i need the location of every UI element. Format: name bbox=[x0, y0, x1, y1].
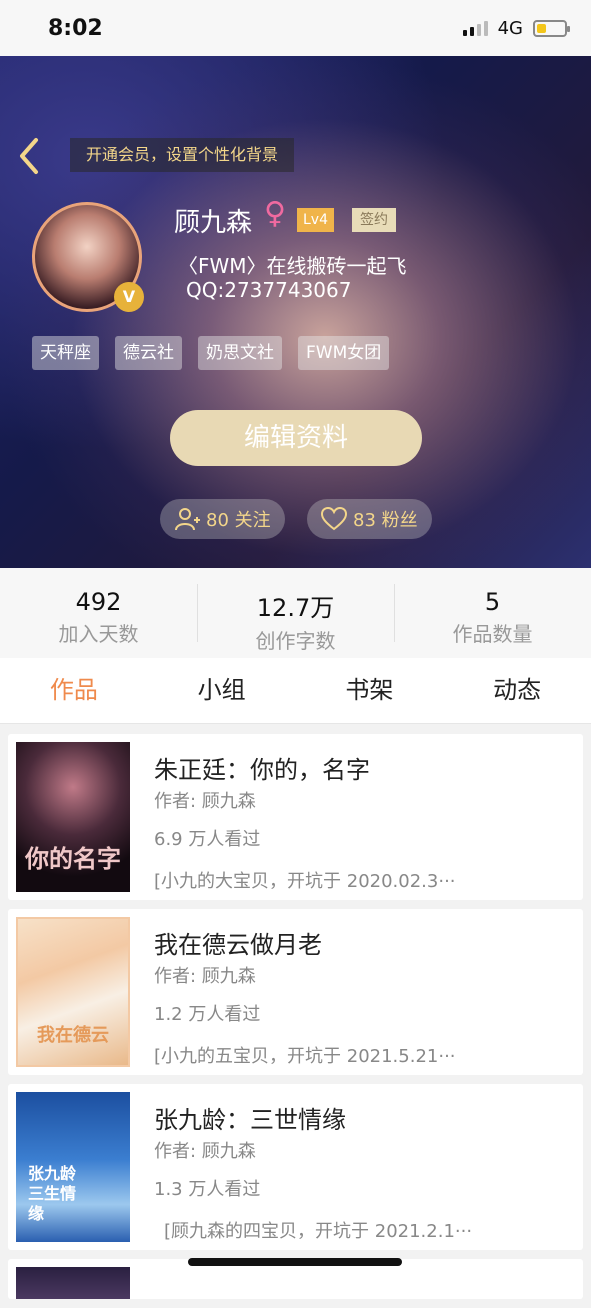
verified-badge: V bbox=[114, 282, 144, 312]
work-views: 6.9 万人看过 bbox=[154, 829, 261, 850]
home-indicator[interactable] bbox=[188, 1258, 402, 1266]
tag-item[interactable]: FWM女团 bbox=[298, 336, 390, 370]
work-description: [小九的五宝贝，开坑于 2021.5.21··· bbox=[154, 1046, 456, 1067]
signal-icon bbox=[462, 20, 488, 36]
work-title: 我在德云做月老 bbox=[154, 931, 322, 959]
heart-icon bbox=[321, 507, 347, 531]
book-cover: 张九龄三生情缘 bbox=[16, 1092, 130, 1242]
tab-activity[interactable]: 动态 bbox=[443, 658, 591, 723]
battery-icon bbox=[533, 19, 570, 37]
tag-item[interactable]: 德云社 bbox=[115, 336, 182, 370]
works-list: 你的名字 朱正廷：你的，名字 作者: 顾九森 6.9 万人看过 [小九的大宝贝，… bbox=[8, 734, 583, 1308]
bio-text: 〈FWM〉在线搬砖一起飞 bbox=[178, 254, 407, 278]
add-user-icon bbox=[175, 508, 200, 531]
cover-title: 我在德云 bbox=[37, 1025, 109, 1046]
tag-list: 天秤座 德云社 奶思文社 FWM女团 bbox=[32, 336, 390, 370]
work-description: [顾九森的四宝贝，开坑于 2021.2.1··· bbox=[164, 1221, 473, 1242]
fans-button[interactable]: 83 粉丝 bbox=[307, 499, 432, 539]
list-item[interactable]: 我在德云 我在德云做月老 作者: 顾九森 1.2 万人看过 [小九的五宝贝，开坑… bbox=[8, 909, 583, 1075]
work-title: 张九龄：三世情缘 bbox=[154, 1106, 346, 1134]
tag-item[interactable]: 奶思文社 bbox=[198, 336, 282, 370]
work-author: 作者: 顾九森 bbox=[154, 966, 256, 987]
stat-works-count: 5 作品数量 bbox=[394, 568, 591, 658]
level-badge: Lv4 bbox=[297, 208, 334, 232]
work-title: 朱正廷：你的，名字 bbox=[154, 756, 370, 784]
tab-bookshelf[interactable]: 书架 bbox=[296, 658, 444, 723]
tab-works[interactable]: 作品 bbox=[0, 658, 148, 723]
status-time: 8:02 bbox=[48, 15, 103, 41]
tab-groups[interactable]: 小组 bbox=[148, 658, 296, 723]
book-cover bbox=[16, 1267, 130, 1299]
list-item[interactable]: 张九龄三生情缘 张九龄：三世情缘 作者: 顾九森 1.3 万人看过 [顾九森的四… bbox=[8, 1084, 583, 1250]
stat-value: 5 bbox=[484, 588, 501, 616]
book-cover: 我在德云 bbox=[16, 917, 130, 1067]
fans-count: 83 粉丝 bbox=[353, 510, 418, 531]
work-views: 1.3 万人看过 bbox=[154, 1179, 261, 1200]
status-indicators: 4G bbox=[462, 17, 570, 39]
vip-background-banner[interactable]: 开通会员，设置个性化背景 bbox=[70, 138, 295, 172]
edit-profile-button[interactable]: 编辑资料 bbox=[170, 410, 422, 466]
status-bar: 8:02 4G bbox=[0, 0, 591, 56]
following-count: 80 关注 bbox=[206, 510, 271, 531]
work-author: 作者: 顾九森 bbox=[154, 791, 256, 812]
cover-title: 你的名字 bbox=[25, 845, 121, 873]
signed-badge: 签约 bbox=[352, 208, 396, 232]
stat-label: 作品数量 bbox=[452, 622, 533, 646]
cover-title: 张九龄三生情缘 bbox=[28, 1164, 77, 1223]
avatar[interactable]: V bbox=[32, 202, 144, 312]
following-button[interactable]: 80 关注 bbox=[160, 499, 285, 539]
book-cover: 你的名字 bbox=[16, 742, 130, 892]
stat-label: 创作字数 bbox=[255, 629, 336, 653]
qq-text: QQ:2737743067 bbox=[186, 278, 352, 302]
list-item[interactable]: 你的名字 朱正廷：你的，名字 作者: 顾九森 6.9 万人看过 [小九的大宝贝，… bbox=[8, 734, 583, 900]
stats-bar: 492 加入天数 12.7万 创作字数 5 作品数量 bbox=[0, 568, 591, 658]
stat-label: 加入天数 bbox=[58, 622, 139, 646]
network-label: 4G bbox=[497, 17, 523, 39]
profile-tabs: 作品 小组 书架 动态 bbox=[0, 658, 591, 724]
stat-value: 492 bbox=[75, 588, 122, 616]
stat-join-days: 492 加入天数 bbox=[0, 568, 197, 658]
tag-item[interactable]: 天秤座 bbox=[32, 336, 99, 370]
stat-word-count: 12.7万 创作字数 bbox=[197, 568, 394, 658]
female-icon: ♀ bbox=[264, 196, 286, 231]
username: 顾九森 bbox=[174, 208, 253, 238]
chevron-left-icon bbox=[20, 138, 38, 174]
profile-header: 开通会员，设置个性化背景 V 顾九森 ♀ Lv4 签约 〈FWM〉在线搬砖一起飞… bbox=[0, 56, 591, 568]
back-button[interactable] bbox=[14, 134, 54, 178]
work-views: 1.2 万人看过 bbox=[154, 1004, 261, 1025]
stat-value: 12.7万 bbox=[256, 594, 335, 622]
work-author: 作者: 顾九森 bbox=[154, 1141, 256, 1162]
work-description: [小九的大宝贝，开坑于 2020.02.3··· bbox=[154, 871, 456, 892]
